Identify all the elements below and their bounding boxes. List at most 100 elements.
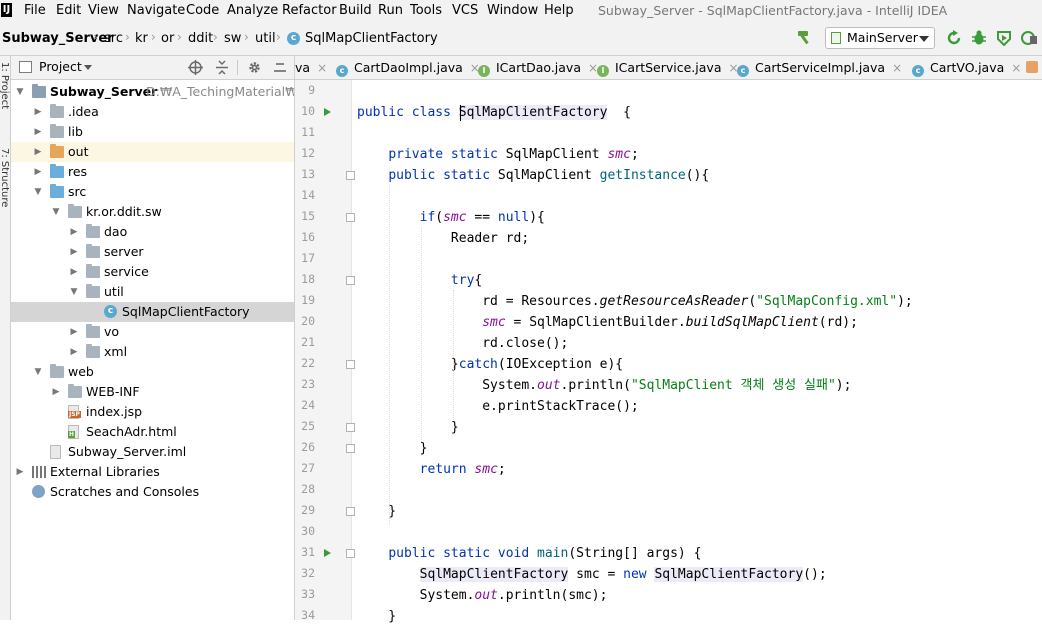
menu-code[interactable]: Code <box>186 2 219 20</box>
editor-tab[interactable]: c CartDaoImpl.java × <box>336 56 480 79</box>
locate-file-icon[interactable] <box>188 60 203 75</box>
expand-arrow-right-icon[interactable]: ▶ <box>69 242 79 262</box>
tree-item[interactable]: index.jsp <box>11 402 294 422</box>
expand-arrow-right-icon[interactable]: ▶ <box>51 382 61 402</box>
tree-item[interactable]: Scratches and Consoles <box>11 482 294 502</box>
expand-arrow-down-icon[interactable]: ▼ <box>15 82 25 102</box>
gear-icon[interactable] <box>247 60 262 75</box>
fold-icon[interactable] <box>346 213 355 222</box>
xml-file-icon <box>1026 61 1038 73</box>
expand-arrow-down-icon[interactable]: ▼ <box>33 182 43 202</box>
fold-icon[interactable] <box>346 423 355 432</box>
structure-tool-button[interactable]: 7: Structure <box>0 148 10 207</box>
close-icon[interactable]: × <box>892 61 902 75</box>
editor-tab[interactable]: c CartServiceImpl.java × <box>737 56 902 79</box>
tree-item[interactable]: ▼ web <box>11 362 294 382</box>
bug-icon[interactable] <box>971 30 987 46</box>
code-token: ( <box>435 210 444 225</box>
fold-icon[interactable] <box>346 360 355 369</box>
tree-item[interactable]: ▶ xml <box>11 342 294 362</box>
line-number: 28 <box>301 482 315 496</box>
expand-arrow-right-icon[interactable]: ▶ <box>69 262 79 282</box>
coverage-icon[interactable] <box>996 30 1012 46</box>
tree-item[interactable]: ▶ dao <box>11 222 294 242</box>
fold-icon[interactable] <box>346 549 355 558</box>
menu-view[interactable]: View <box>88 2 119 20</box>
editor-tab[interactable]: I ICartService.java × <box>597 56 739 79</box>
chevron-down-icon <box>919 36 929 42</box>
tree-item[interactable]: ▶ vo <box>11 322 294 342</box>
menu-tools[interactable]: Tools <box>410 2 442 20</box>
menu-window[interactable]: Window <box>487 2 538 20</box>
menu-build[interactable]: Build <box>339 2 372 20</box>
code-line: e.printStackTrace(); <box>357 396 639 417</box>
tree-item[interactable]: ▼ util <box>11 282 294 302</box>
menu-edit[interactable]: Edit <box>56 2 81 20</box>
breadcrumb-or[interactable]: or <box>161 31 174 46</box>
breadcrumb-file[interactable]: SqlMapClientFactory <box>305 31 438 46</box>
tree-item[interactable]: ▶ WEB-INF <box>11 382 294 402</box>
fold-icon[interactable] <box>346 276 355 285</box>
editor-tab[interactable]: I ICartDao.java × <box>478 56 598 79</box>
breadcrumb-kr[interactable]: kr <box>135 31 148 46</box>
menu-navigate[interactable]: Navigate <box>127 2 185 20</box>
code-token: { <box>607 105 631 120</box>
tree-item[interactable]: ▼ Subway_Server D:₩A_TechingMaterial₩4.Mi <box>11 82 324 102</box>
tree-item[interactable]: c SqlMapClientFactory <box>11 302 294 322</box>
menu-analyze[interactable]: Analyze <box>227 2 278 20</box>
breadcrumb-util[interactable]: util <box>255 31 276 46</box>
expand-arrow-right-icon[interactable]: ▶ <box>33 162 43 182</box>
menu-run[interactable]: Run <box>378 2 403 20</box>
tree-item[interactable]: ▶ .idea <box>11 102 294 122</box>
expand-arrow-down-icon[interactable]: ▼ <box>51 202 61 222</box>
fold-icon[interactable] <box>346 171 355 180</box>
code-token: System. <box>357 588 475 603</box>
breadcrumb-sw[interactable]: sw <box>224 31 241 46</box>
menu-help[interactable]: Help <box>544 2 574 20</box>
rerun-icon[interactable] <box>946 30 962 46</box>
expand-arrow-right-icon[interactable]: ▶ <box>69 222 79 242</box>
run-configuration-select[interactable]: MainServer <box>825 27 935 49</box>
project-panel-title[interactable]: Project <box>39 59 82 74</box>
expand-arrow-right-icon[interactable]: ▶ <box>69 322 79 342</box>
tree-item[interactable]: Subway_Server.iml <box>11 442 294 462</box>
editor-tab[interactable]: va × <box>295 56 327 79</box>
expand-arrow-right-icon[interactable]: ▶ <box>33 142 43 162</box>
close-icon[interactable]: × <box>317 61 327 75</box>
fold-icon[interactable] <box>346 507 355 516</box>
tree-item[interactable]: ▼ kr.or.ddit.sw <box>11 202 294 222</box>
project-tool-button[interactable]: 1: Project <box>0 62 10 109</box>
tree-item[interactable]: ▼ src <box>11 182 294 202</box>
tree-item[interactable]: SeachAdr.html <box>11 422 294 442</box>
editor-tab[interactable]: c CartVO.java × <box>912 56 1021 79</box>
tree-item[interactable]: ▶ lib <box>11 122 294 142</box>
hide-panel-icon[interactable] <box>273 60 287 75</box>
tree-item[interactable]: ▶ External Libraries <box>11 462 294 482</box>
run-gutter-icon[interactable] <box>324 108 331 116</box>
fold-icon[interactable] <box>346 444 355 453</box>
profile-icon[interactable] <box>1021 30 1037 46</box>
close-icon[interactable]: × <box>1011 61 1021 75</box>
expand-arrow-right-icon[interactable]: ▶ <box>69 342 79 362</box>
hammer-icon[interactable] <box>796 30 812 46</box>
tree-item[interactable]: ▶ service <box>11 262 294 282</box>
menu-refactor[interactable]: Refactor <box>282 2 337 20</box>
tree-item[interactable]: ▶ res <box>11 162 294 182</box>
toolbar-divider <box>237 60 238 75</box>
expand-arrow-down-icon[interactable]: ▼ <box>33 362 43 382</box>
expand-arrow-right-icon[interactable]: ▶ <box>33 122 43 142</box>
run-gutter-icon[interactable] <box>324 549 331 557</box>
breadcrumb-ddit[interactable]: ddit <box>188 31 213 46</box>
menu-vcs[interactable]: VCS <box>452 2 478 20</box>
expand-arrow-right-icon[interactable]: ▶ <box>15 462 25 482</box>
tree-item[interactable]: ▶ server <box>11 242 294 262</box>
expand-arrow-right-icon[interactable]: ▶ <box>33 102 43 122</box>
tree-item[interactable]: ▶ out <box>11 142 294 162</box>
breadcrumb-src[interactable]: src <box>104 31 123 46</box>
menu-file[interactable]: File <box>24 2 46 20</box>
editor-tab[interactable]: Ca <box>1026 56 1042 79</box>
collapse-all-icon[interactable] <box>215 60 229 75</box>
chevron-down-icon[interactable] <box>84 65 92 70</box>
expand-arrow-down-icon[interactable]: ▼ <box>69 282 79 302</box>
